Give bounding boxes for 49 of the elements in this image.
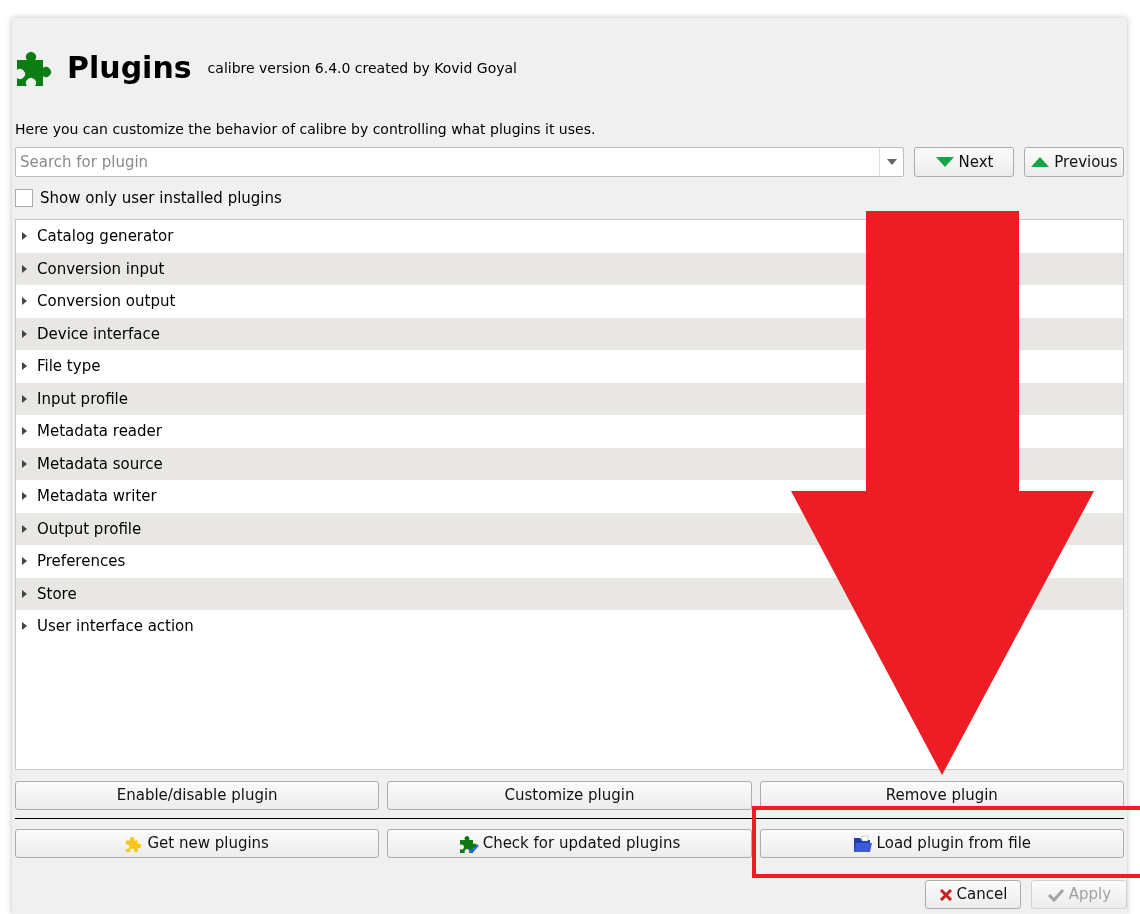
tree-item[interactable]: Metadata source xyxy=(37,452,163,475)
next-button[interactable]: Next xyxy=(914,147,1014,177)
check-icon xyxy=(1046,887,1065,902)
tree-item[interactable]: Store xyxy=(37,582,77,605)
expand-arrow-icon[interactable] xyxy=(21,296,29,307)
plugin-action-button[interactable]: Enable/disable plugin xyxy=(15,781,380,810)
plugin-source-button[interactable]: Check for updated plugins xyxy=(387,829,752,858)
folder-icon xyxy=(852,834,873,853)
tree-item[interactable]: Preferences xyxy=(37,550,126,573)
search-field[interactable]: Search for plugin xyxy=(16,150,879,174)
expand-arrow-icon[interactable] xyxy=(21,588,29,599)
expand-arrow-icon[interactable] xyxy=(21,393,29,404)
expand-arrow-icon[interactable] xyxy=(21,458,29,469)
expand-arrow-icon[interactable] xyxy=(21,328,29,339)
down-triangle-icon xyxy=(934,156,955,168)
checkbox-label: Show only user installed plugins xyxy=(40,187,282,209)
expand-arrow-icon[interactable] xyxy=(21,523,29,534)
puzzle-icon xyxy=(125,834,144,853)
plugin-source-button[interactable]: Load plugin from file xyxy=(759,829,1124,858)
search-combo-box[interactable]: Search for plugin xyxy=(15,147,904,177)
plugin-action-button[interactable]: Customize plugin xyxy=(387,781,752,810)
cross-icon xyxy=(938,887,953,902)
description-text: Here you can customize the behavior of calibre by controlling what plugins it uses. xyxy=(15,120,597,138)
version-text: calibre version 6.4.0 created by Kovid Goyal xyxy=(207,58,517,78)
tree-item[interactable]: Metadata writer xyxy=(37,485,157,508)
up-triangle-icon xyxy=(1030,156,1051,168)
dropdown-caret-icon xyxy=(886,159,897,165)
dialog-button[interactable]: Cancel xyxy=(925,880,1021,909)
tree-item[interactable]: User interface action xyxy=(37,615,194,638)
tree-item[interactable]: File type xyxy=(37,355,101,378)
tree-item[interactable]: Conversion input xyxy=(37,257,165,280)
expand-arrow-icon[interactable] xyxy=(21,491,29,502)
tree-item[interactable]: Conversion output xyxy=(37,290,176,313)
previous-button[interactable]: Previous xyxy=(1024,147,1124,177)
expand-arrow-icon[interactable] xyxy=(21,263,29,274)
tree-item[interactable]: Device interface xyxy=(37,322,160,345)
page-title: Plugins xyxy=(67,53,192,83)
expand-arrow-icon[interactable] xyxy=(21,361,29,372)
plugin-source-button[interactable]: Get new plugins xyxy=(15,829,380,858)
tree-item[interactable]: Output profile xyxy=(37,517,142,540)
tree-item[interactable]: Input profile xyxy=(37,387,128,410)
expand-arrow-icon[interactable] xyxy=(21,426,29,437)
checkbox[interactable] xyxy=(15,189,33,207)
tree-item[interactable]: Metadata reader xyxy=(37,420,162,443)
tree-item[interactable]: Catalog generator xyxy=(37,225,174,248)
puzzle-check-icon xyxy=(458,833,479,854)
expand-arrow-icon[interactable] xyxy=(21,621,29,632)
expand-arrow-icon[interactable] xyxy=(21,556,29,567)
expand-arrow-icon[interactable] xyxy=(21,231,29,242)
